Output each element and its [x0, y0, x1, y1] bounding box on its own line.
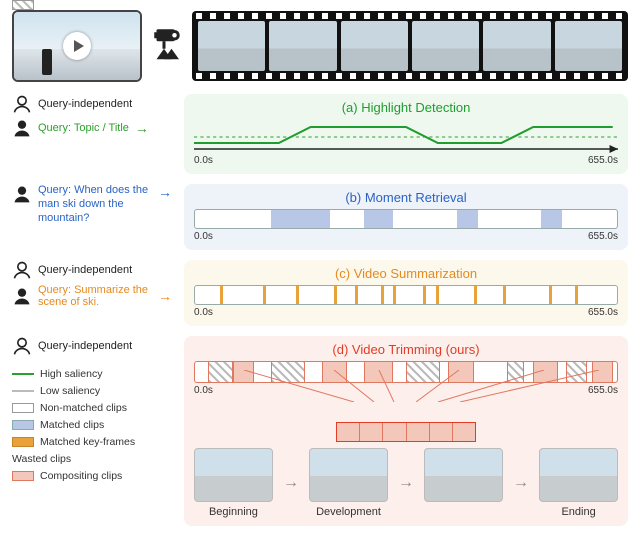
- stage-label-0: Beginning: [194, 506, 273, 518]
- panel-b-title: (b) Moment Retrieval: [194, 190, 618, 205]
- user-icon: [12, 184, 32, 204]
- legend-high-saliency-swatch: [12, 373, 34, 375]
- panel-d-title: (d) Video Trimming (ours): [194, 342, 618, 357]
- stage-thumb-ending: [539, 448, 618, 502]
- legend-match-swatch: [12, 420, 34, 430]
- user-icon: [12, 260, 32, 280]
- legend-wasted-swatch: [12, 0, 34, 10]
- play-icon[interactable]: [63, 32, 91, 60]
- summary-bar: [194, 285, 618, 305]
- panel-trimming: (d) Video Trimming (ours) 0.0s 655.0s Be…: [184, 336, 628, 526]
- summarize-query: Query: Summarize the scene of ski.: [38, 284, 152, 308]
- camera-icon: [152, 25, 182, 68]
- panel-summarization: (c) Video Summarization 0.0s 655.0s: [184, 260, 628, 326]
- qi-label-a: Query-independent: [38, 98, 132, 110]
- panel-highlight: (a) Highlight Detection 0.0s 655.0s: [184, 94, 628, 174]
- legend-kf-swatch: [12, 437, 34, 447]
- legend-low-saliency-swatch: [12, 390, 34, 392]
- t0-a: 0.0s: [194, 155, 213, 166]
- legend: High saliency Low saliency Non-matched c…: [12, 368, 182, 482]
- user-icon: [12, 94, 32, 114]
- stage-label-3: Ending: [539, 506, 618, 518]
- qi-label-c: Query-independent: [38, 264, 132, 276]
- stage-thumb-dev1: [309, 448, 388, 502]
- stage-thumb-beginning: [194, 448, 273, 502]
- user-icon: [12, 118, 32, 138]
- panel-a-title: (a) Highlight Detection: [194, 100, 618, 115]
- t0-b: 0.0s: [194, 231, 213, 242]
- source-video-thumb: [12, 10, 142, 82]
- legend-wasted: Wasted clips: [12, 453, 71, 465]
- user-icon: [12, 336, 32, 356]
- legend-match: Matched clips: [40, 419, 104, 431]
- legend-comp-swatch: [12, 471, 34, 481]
- highlight-curve: [194, 119, 618, 153]
- legend-nonmatch-swatch: [12, 403, 34, 413]
- t0-d: 0.0s: [194, 385, 213, 396]
- t1-c: 655.0s: [588, 307, 618, 318]
- panel-c-title: (c) Video Summarization: [194, 266, 618, 281]
- composited-bar: [336, 422, 476, 442]
- arrow-right-icon: →: [398, 474, 414, 492]
- legend-low-saliency: Low saliency: [40, 385, 100, 397]
- t1-d: 655.0s: [588, 385, 618, 396]
- arrow-right-icon: →: [513, 474, 529, 492]
- trim-bar: [194, 361, 618, 383]
- arrow-right-icon: →: [158, 184, 172, 200]
- t1-b: 655.0s: [588, 231, 618, 242]
- legend-high-saliency: High saliency: [40, 368, 102, 380]
- panel-moment: (b) Moment Retrieval 0.0s 655.0s: [184, 184, 628, 250]
- user-icon: [12, 286, 32, 306]
- arrow-right-icon: →: [158, 288, 172, 304]
- topic-query: Query: Topic / Title: [38, 122, 129, 134]
- stage-label-1: Development: [309, 506, 388, 518]
- stage-thumbs: Beginning → Development → → Ending: [194, 448, 618, 518]
- t0-c: 0.0s: [194, 307, 213, 318]
- t1-a: 655.0s: [588, 155, 618, 166]
- legend-comp: Compositing clips: [40, 470, 122, 482]
- arrow-right-icon: →: [135, 120, 149, 136]
- arrow-right-icon: →: [283, 474, 299, 492]
- qi-label-d: Query-independent: [38, 340, 132, 352]
- legend-kf: Matched key-frames: [40, 436, 135, 448]
- legend-nonmatch: Non-matched clips: [40, 402, 127, 414]
- moment-query: Query: When does the man ski down the mo…: [38, 184, 152, 225]
- moment-bar: [194, 209, 618, 229]
- stage-thumb-dev2: [424, 448, 503, 502]
- filmstrip: [192, 11, 628, 81]
